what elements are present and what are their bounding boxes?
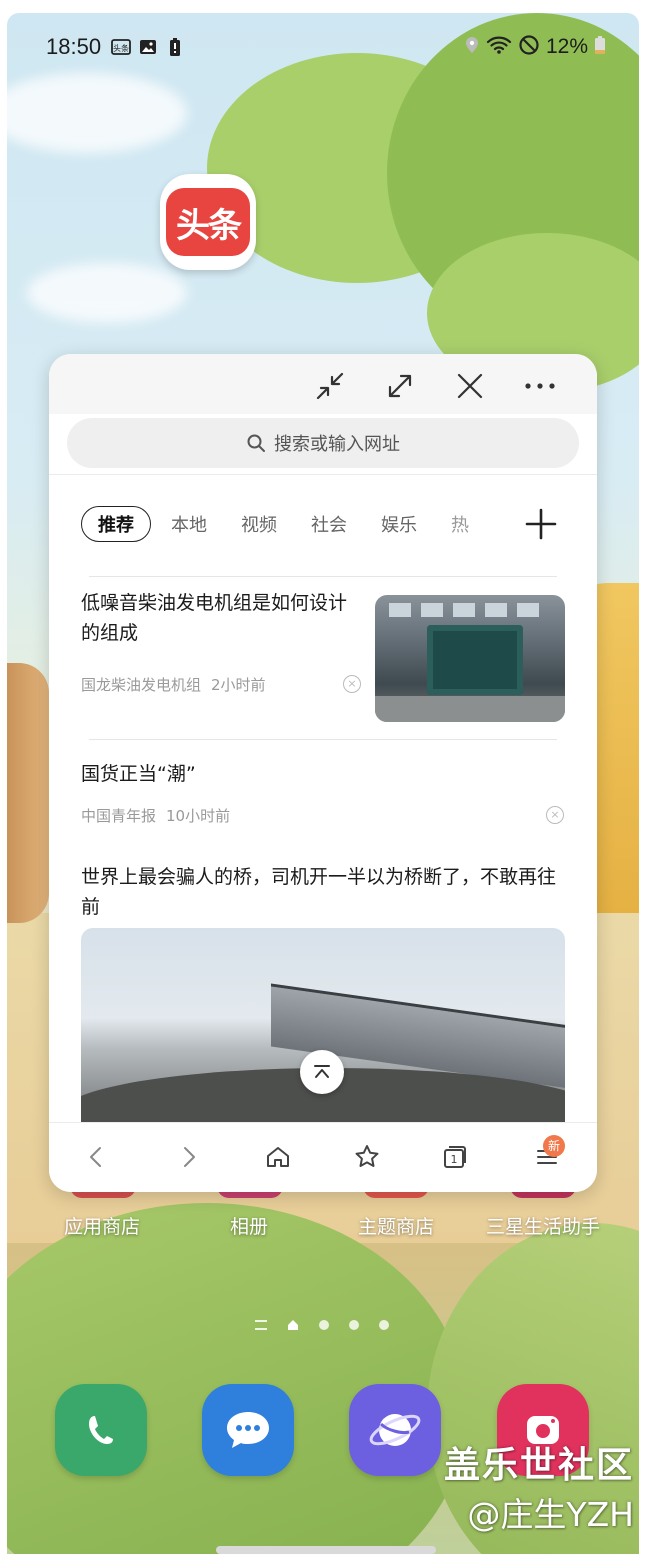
back-icon[interactable]: [77, 1137, 117, 1177]
pages-list-icon: [255, 1320, 267, 1330]
tab-hot[interactable]: 热: [451, 511, 469, 537]
toutiao-app-icon[interactable]: 头条: [160, 174, 256, 270]
divider: [49, 474, 597, 475]
popup-header: [49, 354, 597, 414]
tabs-count: 1: [451, 1153, 458, 1166]
more-options-icon[interactable]: [520, 366, 560, 406]
page-indicator[interactable]: [255, 1316, 395, 1334]
tab-local[interactable]: 本地: [171, 511, 207, 537]
add-tab-plus-icon[interactable]: [523, 506, 559, 542]
gesture-bar[interactable]: [216, 1546, 436, 1554]
new-badge: 新: [543, 1135, 565, 1157]
dismiss-icon[interactable]: ×: [546, 806, 564, 824]
news-category-tabs: 推荐 本地 视频 社会 娱乐 热: [81, 506, 581, 542]
search-icon: [247, 434, 265, 452]
generator-image: [427, 625, 523, 695]
page-dot: [379, 1320, 389, 1330]
tab-video[interactable]: 视频: [241, 511, 277, 537]
app-label-themes[interactable]: 主题商店: [358, 1212, 434, 1239]
cloud: [7, 73, 187, 153]
cloud: [27, 263, 187, 323]
home-icon[interactable]: [258, 1137, 298, 1177]
tab-society[interactable]: 社会: [311, 511, 347, 537]
page-dot: [319, 1320, 329, 1330]
status-bar: 18:50 头条 12%: [46, 34, 606, 60]
maximize-icon[interactable]: [380, 366, 420, 406]
scroll-to-top-icon[interactable]: [300, 1050, 344, 1094]
car-illustration: [7, 663, 49, 923]
page-dot: [349, 1320, 359, 1330]
news-title[interactable]: 国货正当“潮”: [81, 759, 541, 789]
generator-thumbnail[interactable]: [375, 595, 565, 722]
location-icon: [464, 35, 480, 60]
news-meta: 国龙柴油发电机组 2小时前: [81, 674, 266, 695]
news-title[interactable]: 低噪音柴油发电机组是如何设计的组成: [81, 588, 365, 648]
app-label-store[interactable]: 应用商店: [64, 1212, 140, 1239]
battery-percent: 12%: [545, 35, 588, 58]
toutiao-logo: 头条: [166, 188, 250, 256]
news-source: 中国青年报: [81, 807, 157, 825]
news-meta: 中国青年报 10小时前: [81, 805, 230, 826]
news-title[interactable]: 世界上最会骗人的桥，司机开一半以为桥断了，不敢再往前: [81, 862, 565, 922]
close-icon[interactable]: [450, 366, 490, 406]
messages-icon[interactable]: [202, 1384, 294, 1476]
grass-hill: [7, 1203, 467, 1554]
internet-icon[interactable]: [349, 1384, 441, 1476]
news-feed: 低噪音柴油发电机组是如何设计的组成 国龙柴油发电机组 2小时前 × 国货正当“潮”…: [49, 546, 597, 1122]
tab-entertainment[interactable]: 娱乐: [381, 511, 417, 537]
image-icon: [138, 37, 158, 57]
dismiss-icon[interactable]: ×: [343, 675, 361, 693]
divider: [89, 576, 557, 577]
address-bar-placeholder: 搜索或输入网址: [274, 434, 400, 455]
popup-browser-window: 搜索或输入网址 推荐 本地 视频 社会 娱乐 热 低噪音柴油发电机组是如何设计的…: [49, 354, 597, 1192]
tabs-icon[interactable]: 1: [435, 1137, 475, 1177]
do-not-disturb-icon: [518, 34, 540, 61]
wifi-icon: [486, 35, 512, 60]
svg-text:头条: 头条: [113, 43, 129, 53]
bookmark-icon[interactable]: [347, 1137, 387, 1177]
phone-icon[interactable]: [55, 1384, 147, 1476]
app-label-samsung-assistant[interactable]: 三星生活助手: [486, 1212, 600, 1239]
minimize-icon[interactable]: [310, 366, 350, 406]
news-source: 国龙柴油发电机组: [81, 676, 202, 694]
news-time: 2小时前: [211, 676, 266, 694]
forward-icon[interactable]: [168, 1137, 208, 1177]
status-time: 18:50: [46, 34, 102, 59]
battery-icon: [594, 35, 606, 60]
tab-recommend[interactable]: 推荐: [81, 506, 151, 542]
battery-alert-icon: [165, 37, 185, 57]
browser-bottom-bar: 1 新: [49, 1122, 597, 1192]
news-time: 10小时前: [166, 807, 231, 825]
divider: [89, 739, 557, 740]
toutiao-notification-icon: 头条: [111, 37, 131, 57]
system-status-icons: 12%: [464, 34, 606, 61]
watermark-author: @庄生YZH: [467, 1495, 634, 1534]
address-bar[interactable]: 搜索或输入网址: [67, 418, 579, 468]
app-label-gallery[interactable]: 相册: [230, 1212, 268, 1239]
watermark-community: 盖乐世社区: [443, 1445, 634, 1486]
home-page-icon: [288, 1320, 298, 1330]
